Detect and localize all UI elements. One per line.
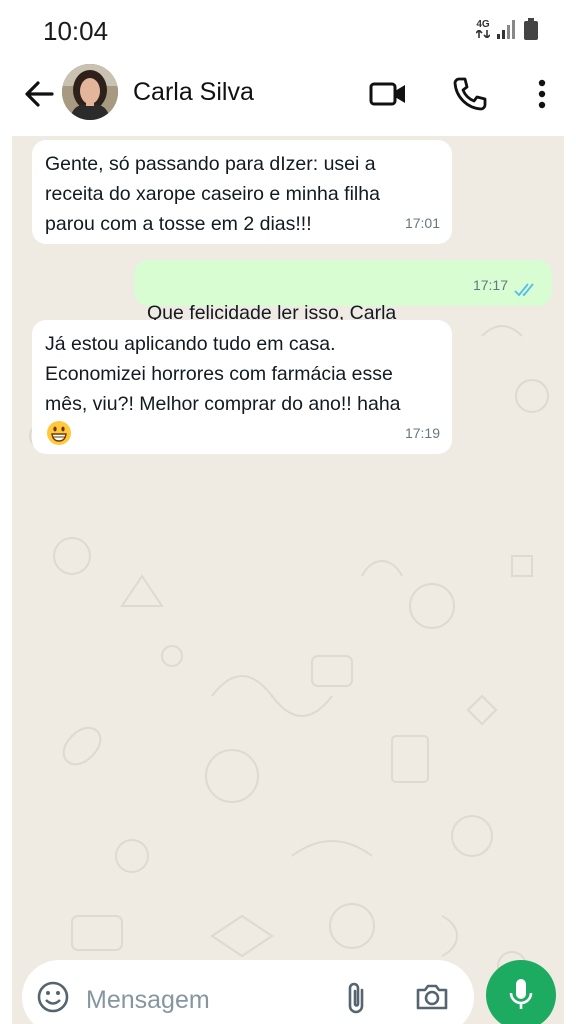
message-outgoing[interactable]: Que felicidade ler isso, Carla 17:17 — [134, 260, 552, 355]
read-ticks-icon — [514, 283, 534, 297]
message-time: 17:17 — [472, 277, 508, 293]
phone-icon[interactable] — [450, 74, 490, 114]
message-incoming[interactable]: Já estou aplicando tudo em casa. Economi… — [32, 320, 452, 454]
message-time: 17:01 — [404, 215, 440, 231]
chat-screen: 10:04 4G Carla Silva Gente, só passando … — [0, 0, 576, 1024]
chat-area[interactable]: Gente, só passando para dIzer: usei a re… — [12, 136, 564, 1024]
message-composer[interactable]: Mensagem — [22, 960, 474, 1024]
avatar-photo — [62, 64, 118, 120]
back-arrow-icon[interactable] — [22, 76, 58, 112]
mic-icon — [509, 979, 533, 1009]
contact-name[interactable]: Carla Silva — [133, 78, 254, 107]
attach-icon[interactable] — [340, 980, 374, 1016]
status-time: 10:04 — [43, 16, 109, 46]
emoji-icon[interactable] — [36, 980, 70, 1014]
grinning-face-icon — [47, 421, 71, 445]
message-input[interactable]: Mensagem — [86, 986, 210, 1015]
message-incoming[interactable]: Gente, só passando para dIzer: usei a re… — [32, 140, 452, 244]
more-vert-icon[interactable] — [522, 74, 562, 114]
camera-icon[interactable] — [414, 980, 450, 1014]
chat-header: Carla Silva — [0, 62, 576, 128]
signal-icon — [497, 20, 515, 39]
message-text: Já estou aplicando tudo em casa. Economi… — [45, 333, 401, 415]
avatar[interactable] — [62, 64, 118, 120]
status-icons: 4G — [476, 18, 538, 40]
video-call-icon[interactable] — [368, 74, 408, 114]
network-type-icon: 4G — [476, 20, 490, 38]
message-time: 17:19 — [404, 425, 440, 441]
battery-icon — [524, 18, 538, 40]
message-text: Gente, só passando para dIzer: usei a re… — [45, 153, 380, 235]
network-label: 4G — [476, 19, 490, 30]
mic-button[interactable] — [486, 960, 556, 1024]
status-bar: 10:04 4G — [0, 0, 576, 62]
